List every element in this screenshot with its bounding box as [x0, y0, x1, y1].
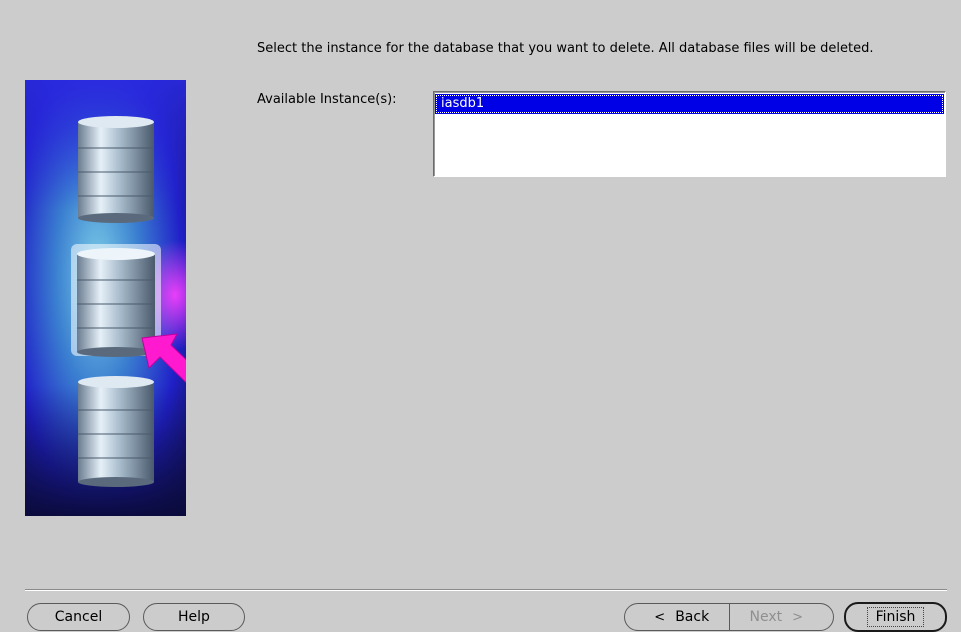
wizard-illustration — [25, 80, 186, 516]
database-cylinder-bottom — [78, 376, 154, 487]
cancel-button[interactable]: Cancel — [27, 603, 130, 631]
back-button-label: Back — [675, 609, 710, 625]
next-arrow-icon: > — [792, 609, 804, 625]
navigation-button-group: < Back Next > — [624, 603, 834, 631]
available-instances-label: Available Instance(s): — [257, 92, 397, 107]
next-button-label: Next — [749, 609, 783, 625]
instruction-text: Select the instance for the database tha… — [257, 41, 874, 56]
available-instances-list[interactable]: iasdb1 — [433, 91, 946, 177]
back-arrow-icon: < — [654, 609, 666, 625]
finish-button-label: Finish — [866, 607, 925, 627]
database-cylinders-image — [25, 80, 186, 516]
list-item-instance[interactable]: iasdb1 — [435, 94, 944, 114]
help-button[interactable]: Help — [143, 603, 245, 631]
finish-button[interactable]: Finish — [844, 602, 947, 632]
button-bar-divider — [25, 589, 947, 591]
database-cylinder-top — [78, 116, 154, 223]
back-button[interactable]: < Back — [625, 604, 730, 630]
next-button[interactable]: Next > — [730, 604, 834, 630]
